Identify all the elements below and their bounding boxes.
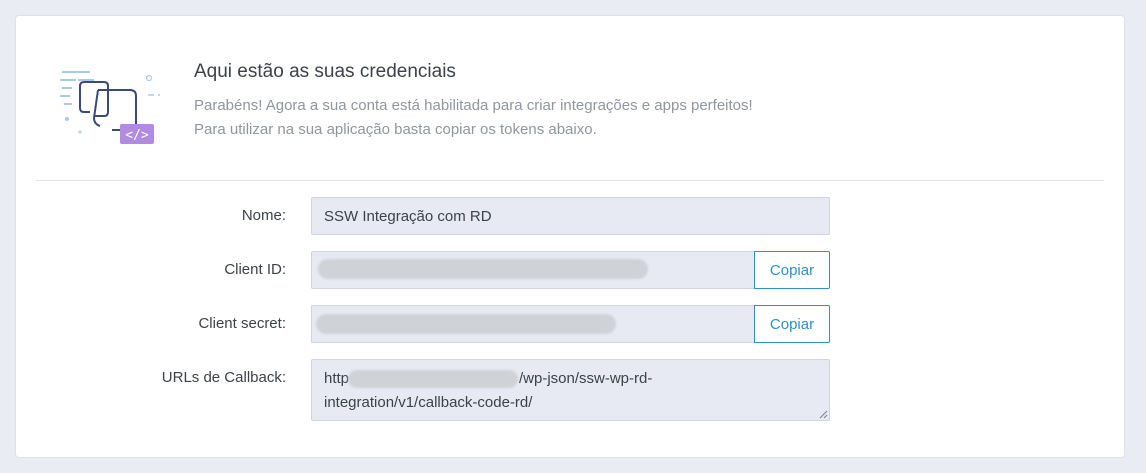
callback-urls-label: URLs de Callback:	[161, 369, 286, 386]
redacted-value	[316, 314, 616, 334]
callback-url-suffix: /wp-json/ssw-wp-rd-	[519, 370, 653, 387]
client-secret-field[interactable]	[311, 305, 755, 343]
code-window-illustration-icon: </>	[60, 71, 160, 144]
client-id-field[interactable]	[311, 251, 755, 289]
name-field-value: SSW Integração com RD	[324, 207, 492, 225]
client-id-label: Client ID:	[224, 261, 286, 278]
copy-client-secret-button[interactable]: Copiar	[754, 305, 830, 343]
callback-url-line-2: integration/v1/callback-code-rd/	[324, 394, 533, 411]
svg-text:</>: </>	[125, 128, 149, 143]
description-line-2: Para utilizar na sua aplicação basta cop…	[194, 121, 597, 138]
description-line-1: Parabéns! Agora a sua conta está habilit…	[194, 97, 753, 114]
page-description: Parabéns! Agora a sua conta está habilit…	[194, 94, 753, 142]
copy-client-id-button[interactable]: Copiar	[754, 251, 830, 289]
page-title: Aqui estão as suas credenciais	[194, 61, 456, 82]
client-secret-label: Client secret:	[198, 315, 286, 332]
name-label: Nome:	[241, 207, 286, 224]
redacted-value	[318, 259, 648, 279]
resize-handle-icon[interactable]	[819, 410, 828, 419]
callback-urls-textarea[interactable]: http /wp-json/ssw-wp-rd- integration/v1/…	[311, 359, 830, 421]
name-field[interactable]: SSW Integração com RD	[311, 197, 830, 235]
callback-url-prefix: http	[324, 370, 350, 387]
divider	[36, 180, 1104, 181]
redacted-value	[348, 370, 518, 388]
callback-url-line-1: http /wp-json/ssw-wp-rd-	[324, 367, 817, 391]
credentials-card: </> Aqui estão as suas credenciais Parab…	[15, 15, 1125, 458]
